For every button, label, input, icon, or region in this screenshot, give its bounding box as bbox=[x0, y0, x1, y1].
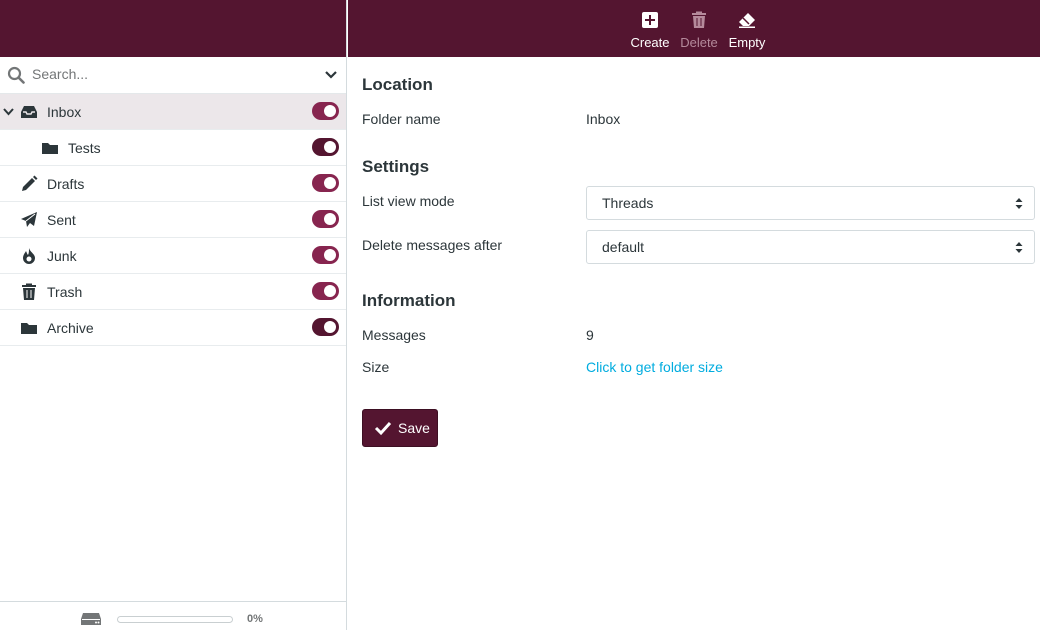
folder-name: Archive bbox=[47, 320, 94, 336]
create-label: Create bbox=[630, 35, 670, 50]
select-arrows-icon bbox=[1015, 198, 1023, 209]
list-view-mode-value: Threads bbox=[602, 195, 654, 211]
folder-item-inbox[interactable]: Inbox bbox=[0, 94, 346, 130]
subscription-toggle[interactable] bbox=[312, 246, 339, 264]
folder-search[interactable]: Search... bbox=[0, 57, 346, 94]
subscription-toggle[interactable] bbox=[312, 138, 339, 156]
trash-icon bbox=[22, 283, 36, 300]
size-label: Size bbox=[362, 359, 390, 375]
search-input[interactable]: Search... bbox=[32, 66, 88, 82]
quota-percent: 0% bbox=[247, 613, 263, 625]
folder-name: Inbox bbox=[47, 104, 82, 120]
delete-messages-after-value: default bbox=[602, 239, 645, 255]
inbox-icon bbox=[21, 106, 37, 118]
subscription-toggle[interactable] bbox=[312, 102, 339, 120]
subscription-toggle[interactable] bbox=[312, 174, 339, 192]
folder-item-trash[interactable]: Trash bbox=[0, 274, 346, 310]
paper-plane-icon bbox=[21, 212, 37, 227]
location-section-title: Location bbox=[362, 75, 433, 94]
folder-list-panel: Search... Inbox Tests Drafts Sent Junk T… bbox=[0, 0, 347, 630]
save-button[interactable]: Save bbox=[362, 409, 438, 447]
search-icon bbox=[7, 66, 25, 84]
list-view-mode-select[interactable]: Threads bbox=[586, 186, 1035, 220]
chevron-down-icon[interactable] bbox=[324, 68, 338, 82]
folder-item-sent[interactable]: Sent bbox=[0, 202, 346, 238]
toolbar: Create Delete Empty bbox=[348, 0, 1040, 57]
create-button[interactable]: Create bbox=[622, 8, 678, 50]
folder-properties-panel: Create Delete Empty Location Folder name… bbox=[348, 0, 1040, 630]
quota-progress-bar bbox=[117, 616, 233, 623]
eraser-icon bbox=[739, 13, 755, 28]
folder-item-tests[interactable]: Tests bbox=[0, 130, 346, 166]
hard-drive-icon bbox=[81, 613, 101, 625]
information-section-title: Information bbox=[362, 291, 456, 310]
plus-square-icon bbox=[642, 12, 658, 28]
folder-item-drafts[interactable]: Drafts bbox=[0, 166, 346, 202]
select-arrows-icon bbox=[1015, 242, 1023, 253]
list-view-mode-label: List view mode bbox=[362, 193, 455, 209]
fire-icon bbox=[23, 248, 35, 264]
pencil-icon bbox=[22, 175, 38, 191]
settings-section-title: Settings bbox=[362, 157, 430, 176]
subscription-toggle[interactable] bbox=[312, 318, 339, 336]
folder-name: Drafts bbox=[47, 176, 85, 192]
folder-name: Sent bbox=[47, 212, 76, 228]
folder-name: Tests bbox=[68, 140, 101, 156]
subscription-toggle[interactable] bbox=[312, 210, 339, 228]
folder-item-junk[interactable]: Junk bbox=[0, 238, 346, 274]
folder-item-archive[interactable]: Archive bbox=[0, 310, 346, 346]
left-header-bar bbox=[0, 0, 346, 57]
folder-icon bbox=[42, 143, 58, 154]
folder-name-label: Folder name bbox=[362, 111, 441, 127]
get-folder-size-link[interactable]: Click to get folder size bbox=[586, 359, 723, 375]
subscription-toggle[interactable] bbox=[312, 282, 339, 300]
folder-name: Junk bbox=[47, 248, 77, 264]
messages-label: Messages bbox=[362, 327, 426, 343]
messages-count: 9 bbox=[586, 327, 594, 343]
save-label: Save bbox=[398, 420, 430, 436]
check-icon bbox=[374, 421, 392, 436]
folder-icon bbox=[21, 323, 37, 334]
trash-icon bbox=[692, 11, 706, 28]
delete-messages-after-label: Delete messages after bbox=[362, 237, 503, 253]
empty-button[interactable]: Empty bbox=[719, 8, 775, 50]
folder-name-value: Inbox bbox=[586, 111, 621, 127]
empty-label: Empty bbox=[728, 35, 766, 50]
quota-indicator: 0% bbox=[0, 601, 347, 630]
folder-name: Trash bbox=[47, 284, 83, 300]
delete-messages-after-select[interactable]: default bbox=[586, 230, 1035, 264]
caret-down-icon[interactable] bbox=[3, 106, 14, 117]
